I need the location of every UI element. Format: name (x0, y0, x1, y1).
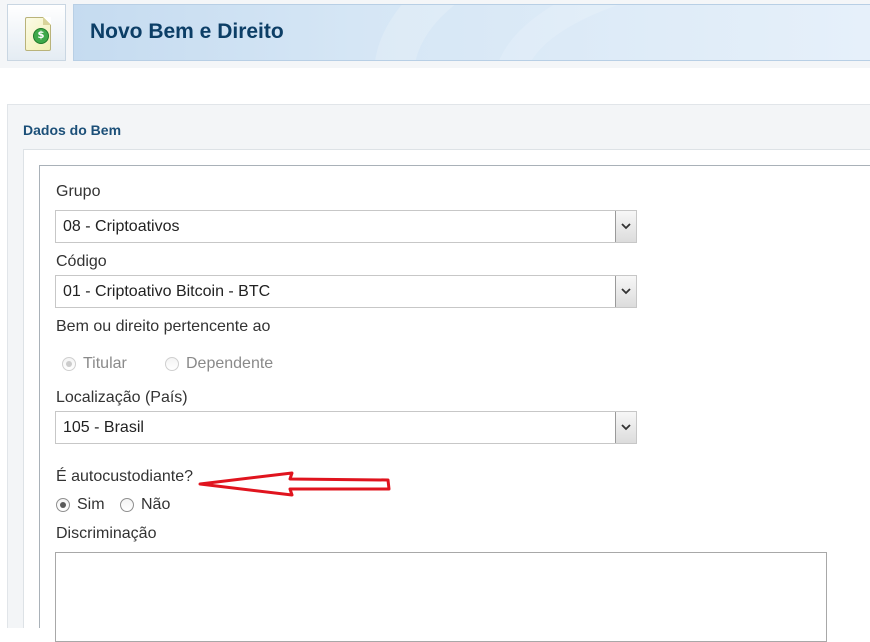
red-arrow-annotation (198, 471, 391, 497)
codigo-select-value: 01 - Criptoativo Bitcoin - BTC (63, 283, 271, 300)
dependente-radio-label: Dependente (186, 355, 274, 372)
sim-radio-label: Sim (77, 496, 105, 513)
chevron-down-icon (621, 424, 631, 431)
radio-selected-dot (66, 361, 72, 367)
pertencente-label: Bem ou direito pertencente ao (56, 318, 271, 335)
grupo-select-value: 08 - Criptoativos (63, 218, 180, 235)
grupo-dropdown-button[interactable] (615, 211, 636, 242)
localizacao-label: Localização (País) (56, 389, 188, 406)
codigo-label: Código (56, 253, 107, 270)
app-logo: $ (7, 4, 66, 61)
title-banner: Novo Bem e Direito (73, 4, 870, 61)
sim-radio[interactable] (56, 498, 70, 512)
document-money-icon: $ (25, 17, 51, 51)
discriminacao-textarea[interactable] (55, 552, 827, 642)
dollar-coin-icon: $ (33, 28, 49, 44)
codigo-dropdown-button[interactable] (615, 276, 636, 307)
localizacao-select[interactable]: 105 - Brasil (55, 411, 637, 444)
radio-selected-dot (60, 502, 66, 508)
dependente-radio[interactable] (165, 357, 179, 371)
localizacao-dropdown-button[interactable] (615, 412, 636, 443)
codigo-select[interactable]: 01 - Criptoativo Bitcoin - BTC (55, 275, 637, 308)
section-title: Dados do Bem (23, 122, 122, 138)
nao-radio[interactable] (120, 498, 134, 512)
chevron-down-icon (621, 223, 631, 230)
titular-radio[interactable] (62, 357, 76, 371)
grupo-select[interactable]: 08 - Criptoativos (55, 210, 637, 243)
header-bar: $ Novo Bem e Direito (0, 0, 870, 68)
page-title: Novo Bem e Direito (90, 20, 284, 43)
chevron-down-icon (621, 288, 631, 295)
grupo-label: Grupo (56, 183, 101, 200)
titular-radio-label: Titular (83, 355, 127, 372)
discriminacao-label: Discriminação (56, 525, 157, 542)
autocustodiante-label: É autocustodiante? (56, 468, 193, 485)
localizacao-select-value: 105 - Brasil (63, 419, 144, 436)
nao-radio-label: Não (141, 496, 171, 513)
